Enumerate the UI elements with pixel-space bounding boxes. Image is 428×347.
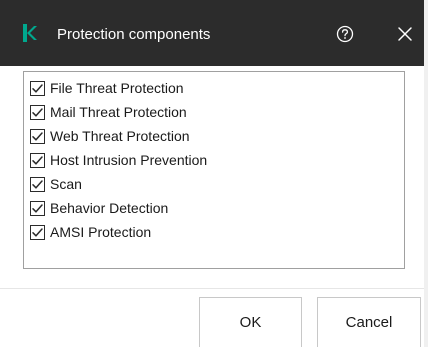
list-item-web-threat-protection[interactable]: Web Threat Protection <box>30 126 190 146</box>
list-item-label: Mail Threat Protection <box>50 104 187 120</box>
checkbox-checked-icon[interactable] <box>30 200 45 216</box>
close-icon[interactable] <box>395 24 415 44</box>
list-item-label: AMSI Protection <box>50 224 152 240</box>
list-item-file-threat-protection[interactable]: File Threat Protection <box>30 78 184 98</box>
checkbox-checked-icon[interactable] <box>30 80 45 96</box>
cancel-button[interactable]: Cancel <box>317 297 421 347</box>
ok-button-label: OK <box>239 314 262 331</box>
list-item-label: Web Threat Protection <box>50 128 190 144</box>
list-item-mail-threat-protection[interactable]: Mail Threat Protection <box>30 102 187 122</box>
list-item-scan[interactable]: Scan <box>30 174 82 194</box>
cancel-button-label: Cancel <box>345 314 393 331</box>
kaspersky-logo-icon <box>23 24 37 42</box>
list-item-label: Host Intrusion Prevention <box>50 152 208 168</box>
help-icon[interactable] <box>335 24 355 44</box>
checkbox-checked-icon[interactable] <box>30 128 45 144</box>
list-item-host-intrusion-prevention[interactable]: Host Intrusion Prevention <box>30 150 207 170</box>
checkbox-checked-icon[interactable] <box>30 176 45 192</box>
ok-button[interactable]: OK <box>199 297 302 347</box>
checkbox-checked-icon[interactable] <box>30 104 45 120</box>
list-item-amsi-protection[interactable]: AMSI Protection <box>30 222 151 242</box>
list-item-behavior-detection[interactable]: Behavior Detection <box>30 198 168 218</box>
checkbox-checked-icon[interactable] <box>30 224 45 240</box>
dialog-title: Protection components <box>57 26 211 43</box>
list-item-label: Behavior Detection <box>50 200 169 216</box>
checkbox-checked-icon[interactable] <box>30 152 45 168</box>
list-item-label: File Threat Protection <box>50 80 184 96</box>
background-edge <box>424 0 428 347</box>
list-item-label: Scan <box>50 176 82 192</box>
protection-components-dialog: Protection components File Threat Protec… <box>0 0 424 347</box>
components-list: File Threat Protection Mail Threat Prote… <box>23 71 405 269</box>
dialog-titlebar: Protection components <box>0 0 424 66</box>
